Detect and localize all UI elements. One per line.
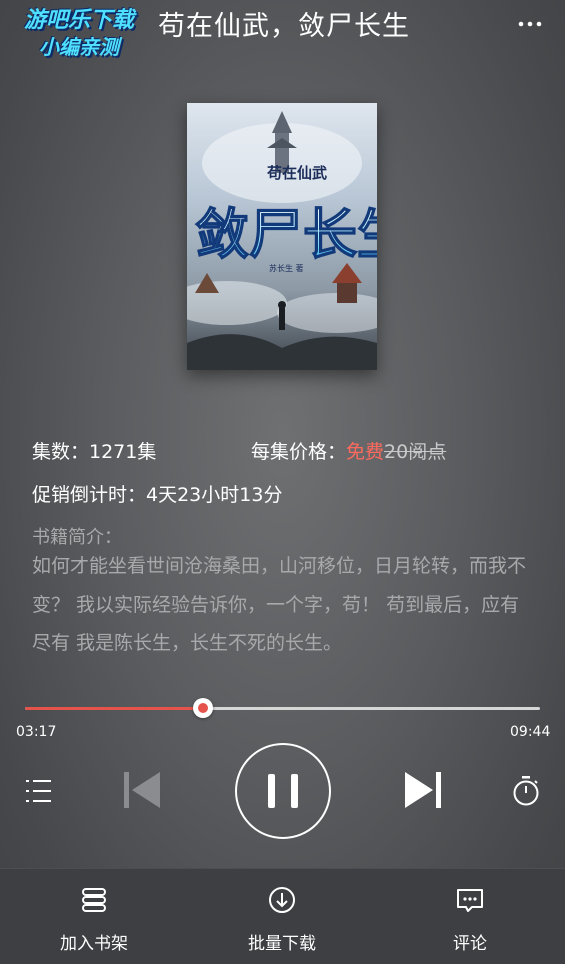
progress-fill: [25, 707, 204, 710]
download-icon: [265, 883, 299, 917]
watermark-logo: 游吧乐下载 小编亲测: [8, 8, 150, 64]
cover-author: 苏长生 著: [269, 263, 304, 273]
playlist-icon[interactable]: [24, 776, 54, 810]
current-time: 03:17: [16, 724, 57, 740]
pause-icon: [268, 774, 298, 808]
next-track-icon[interactable]: [403, 769, 443, 815]
cover-small-title: 苟在仙武: [266, 164, 327, 182]
comment-label: 评论: [453, 934, 487, 954]
total-time: 09:44: [510, 724, 551, 740]
timer-icon[interactable]: [511, 775, 541, 811]
price-label: 每集价格：: [251, 441, 347, 463]
batch-download-button[interactable]: 批量下载: [212, 869, 352, 964]
price-free: 免费: [346, 441, 385, 463]
comment-icon: [453, 883, 487, 917]
watermark-line1: 游吧乐下载: [23, 8, 134, 33]
intro-label: 书籍简介：: [32, 527, 122, 548]
cover-big-title: 敛尸长生: [195, 203, 377, 266]
progress-bar[interactable]: [25, 698, 540, 718]
intro-text: 如何才能坐看世间沧海桑田，山河移位，日月轮转，而我不变？ 我以实际经验告诉你，一…: [32, 555, 527, 654]
watermark-line2: 小编亲测: [39, 35, 119, 59]
batch-download-label: 批量下载: [248, 934, 316, 954]
episodes-count: 集数：1271集: [32, 441, 157, 463]
price-old: 20阅点: [384, 441, 447, 463]
pause-button[interactable]: [235, 743, 331, 839]
bottom-toolbar: 加入书架 批量下载 评论: [0, 868, 565, 964]
price-info: 每集价格：免费20阅点: [251, 437, 446, 464]
book-cover: 苟在仙武 敛尸长生 苏长生 著: [187, 103, 377, 370]
previous-track-icon[interactable]: [122, 769, 162, 815]
more-options-icon[interactable]: [515, 12, 545, 36]
add-to-shelf-label: 加入书架: [60, 934, 128, 954]
progress-thumb[interactable]: [193, 698, 214, 718]
comment-button[interactable]: 评论: [400, 869, 540, 964]
promo-countdown: 促销倒计时：4天23小时13分: [32, 484, 283, 506]
add-to-shelf-button[interactable]: 加入书架: [24, 869, 164, 964]
bookshelf-icon: [77, 883, 111, 917]
page-title: 苟在仙武，敛尸长生: [158, 11, 410, 42]
